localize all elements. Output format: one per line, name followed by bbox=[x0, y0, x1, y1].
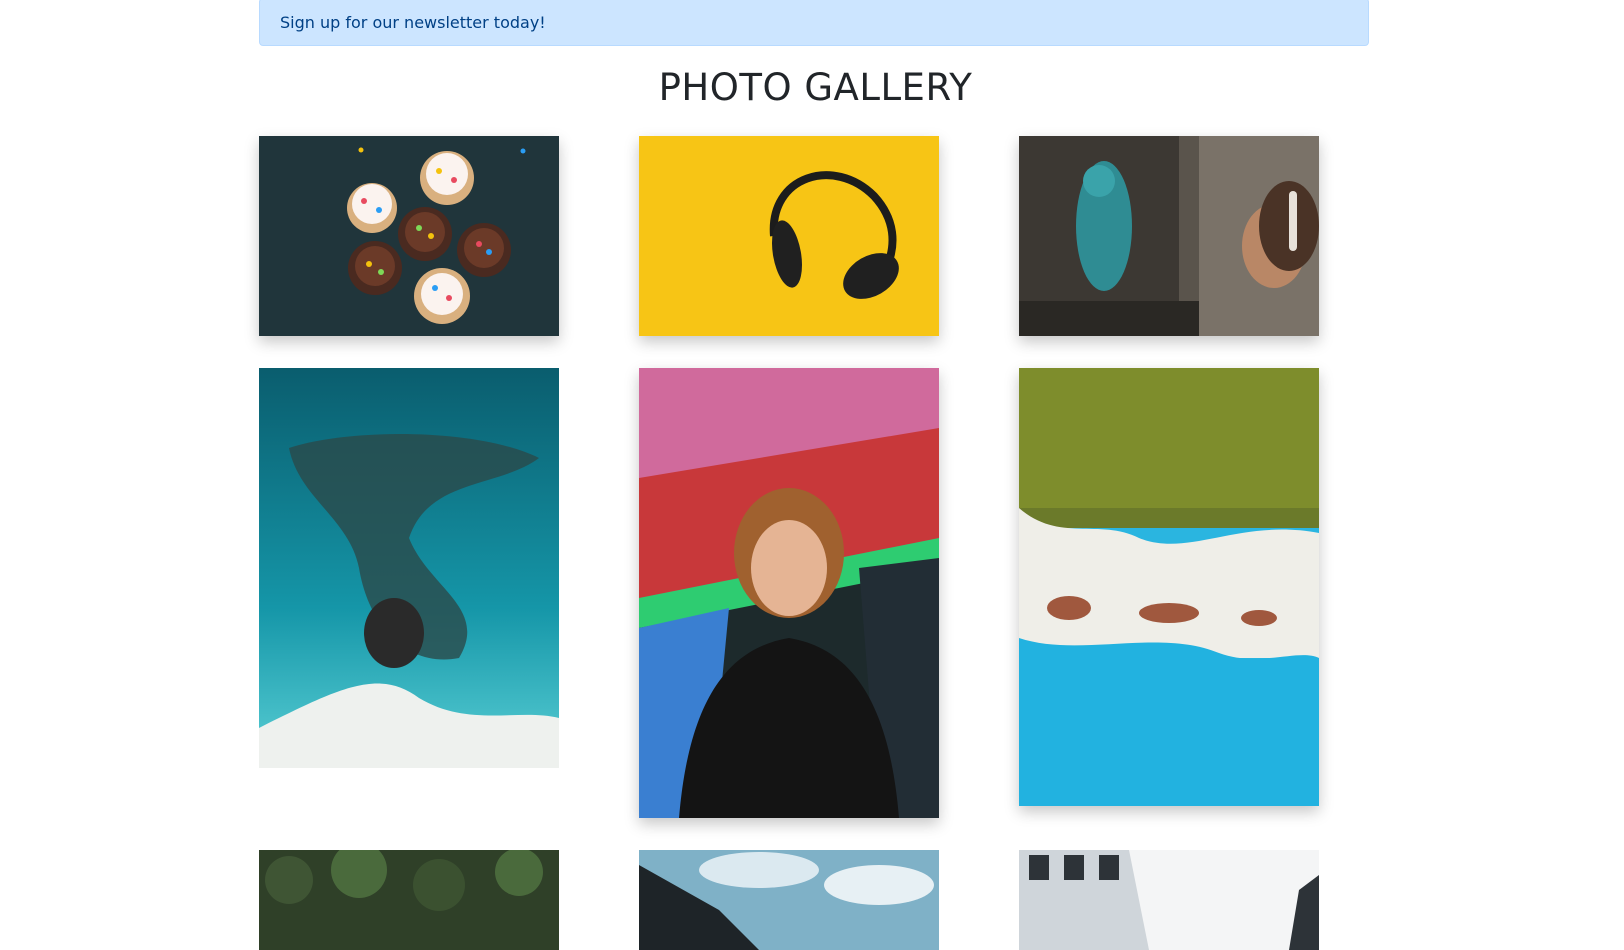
photo-building-facade[interactable] bbox=[1019, 850, 1319, 950]
photo-graffiti-woman[interactable] bbox=[1019, 136, 1319, 336]
photo-ocean-aerial[interactable] bbox=[259, 368, 559, 768]
newsletter-banner: Sign up for our newsletter today! bbox=[259, 0, 1369, 46]
photo-palm-trees[interactable] bbox=[259, 850, 559, 950]
page-title: PHOTO GALLERY bbox=[658, 66, 973, 109]
photo-building-sky[interactable] bbox=[639, 850, 939, 950]
photo-headphones[interactable] bbox=[639, 136, 939, 336]
newsletter-banner-text: Sign up for our newsletter today! bbox=[280, 13, 546, 32]
photo-beach-aerial[interactable] bbox=[1019, 368, 1319, 806]
photo-cupcakes[interactable] bbox=[259, 136, 559, 336]
photo-portrait-graffiti[interactable] bbox=[639, 368, 939, 818]
